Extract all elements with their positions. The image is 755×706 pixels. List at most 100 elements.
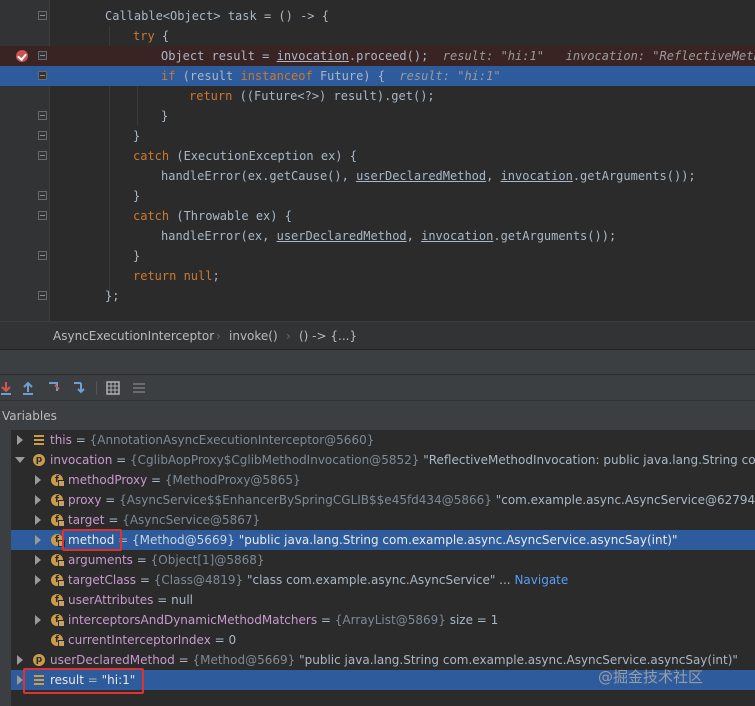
variable-row[interactable]: f arguments = {Object[1]@5868}: [11, 550, 755, 570]
variable-string-value: "class com.example.async.AsyncService": [246, 573, 496, 587]
code-text: return ((Future<?>) result).get();: [189, 89, 435, 103]
fold-marker-icon[interactable]: [38, 191, 47, 200]
fold-marker-icon[interactable]: [38, 251, 47, 260]
variable-value: {AsyncService@5867}: [122, 513, 261, 527]
breakpoint-icon[interactable]: [16, 50, 28, 62]
variable-size-value: size = 1: [449, 613, 499, 627]
code-line[interactable]: }: [0, 126, 755, 146]
code-line[interactable]: Callable<Object> task = () -> {: [0, 6, 755, 26]
expand-arrow-icon[interactable]: [17, 655, 23, 665]
code-line[interactable]: }: [0, 186, 755, 206]
variable-row[interactable]: f targetClass = {Class@4819} "class com.…: [11, 570, 755, 590]
field-icon: f: [51, 474, 65, 487]
navigate-link[interactable]: Navigate: [514, 573, 568, 587]
code-line[interactable]: return null;: [0, 266, 755, 286]
fold-marker-icon[interactable]: [38, 291, 47, 300]
variable-value: {Class@4819}: [153, 573, 244, 587]
field-icon: f: [51, 494, 65, 507]
fold-marker-icon[interactable]: [38, 151, 47, 160]
collapse-arrow-icon[interactable]: [15, 457, 25, 463]
variable-row[interactable]: f currentInterceptorIndex = 0: [11, 630, 755, 650]
trace-stream-icon[interactable]: [131, 380, 147, 396]
keyword-try: try: [133, 29, 155, 43]
breadcrumb-item-lambda[interactable]: () -> {...}: [299, 329, 357, 343]
code-reference-link[interactable]: invocation: [277, 49, 349, 63]
fold-marker-icon[interactable]: [38, 51, 47, 60]
breakpoint-line[interactable]: Object result = invocation.proceed(); re…: [0, 46, 755, 66]
field-icon: f: [51, 594, 65, 607]
expand-arrow-icon[interactable]: [35, 575, 41, 585]
expand-arrow-icon[interactable]: [35, 475, 41, 485]
breadcrumb: AsyncExecutionInterceptor › invoke() › (…: [0, 321, 755, 350]
breadcrumb-separator-icon: ›: [286, 329, 291, 343]
expand-arrow-icon[interactable]: [35, 555, 41, 565]
variable-row[interactable]: f proxy = {AsyncService$$EnhancerBySprin…: [11, 490, 755, 510]
code-line[interactable]: catch (Throwable ex) {: [0, 206, 755, 226]
code-line[interactable]: handleError(ex.getCause(), userDeclaredM…: [0, 166, 755, 186]
field-icon: f: [51, 634, 65, 647]
expand-arrow-icon[interactable]: [35, 535, 41, 545]
code-line[interactable]: }: [0, 106, 755, 126]
expand-arrow-icon[interactable]: [17, 435, 23, 445]
variable-row[interactable]: p invocation = {CglibAopProxy$CglibMetho…: [11, 450, 755, 470]
step-into-icon[interactable]: [0, 380, 14, 396]
code-reference-link[interactable]: userDeclaredMethod: [277, 229, 407, 243]
code-text: }: [133, 249, 141, 263]
code-line[interactable]: };: [0, 286, 755, 306]
variable-name: userDeclaredMethod: [50, 653, 175, 667]
variable-value: {AsyncService$$EnhancerBySpringCGLIB$$e4…: [119, 493, 492, 507]
variable-value: {MethodProxy@5865}: [164, 473, 301, 487]
code-line[interactable]: try {: [0, 26, 755, 46]
highlight-box-method: [62, 529, 122, 551]
code-reference-link[interactable]: invocation: [501, 169, 573, 183]
code-reference-link[interactable]: userDeclaredMethod: [356, 169, 486, 183]
expand-arrow-icon[interactable]: [35, 495, 41, 505]
fold-marker-icon[interactable]: [38, 211, 47, 220]
fold-marker-icon[interactable]: [38, 11, 47, 20]
code-text: }: [161, 109, 169, 123]
variable-row[interactable]: f userAttributes = null: [11, 590, 755, 610]
fold-marker-icon[interactable]: [38, 111, 47, 120]
step-out-icon[interactable]: [20, 380, 36, 396]
variables-header: Variables: [0, 401, 755, 430]
variable-name: interceptorsAndDynamicMethodMatchers: [68, 613, 318, 627]
breadcrumb-item-method[interactable]: invoke(): [229, 329, 278, 343]
variable-row[interactable]: f interceptorsAndDynamicMethodMatchers =…: [11, 610, 755, 630]
code-line[interactable]: return ((Future<?>) result).get();: [0, 86, 755, 106]
highlight-box-result: [23, 668, 144, 694]
code-reference-link[interactable]: invocation: [421, 229, 493, 243]
drop-frame-icon[interactable]: [46, 380, 62, 396]
variable-name: arguments: [68, 553, 133, 567]
field-list-icon: [33, 434, 45, 446]
variable-row[interactable]: this = {AnnotationAsyncExecutionIntercep…: [11, 430, 755, 450]
fold-marker-icon[interactable]: [38, 131, 47, 140]
code-text: handleError(ex, userDeclaredMethod, invo…: [161, 229, 617, 243]
variables-side-toolbar: [0, 430, 11, 706]
fold-marker-icon[interactable]: [38, 71, 47, 80]
code-text: }: [133, 129, 141, 143]
code-line[interactable]: catch (ExecutionException ex) {: [0, 146, 755, 166]
variable-value: {ArrayList@5869}: [334, 613, 446, 627]
code-editor[interactable]: Callable<Object> task = () -> { try { Ob…: [0, 0, 755, 321]
watermark: @掘金技术社区: [598, 668, 704, 686]
run-to-cursor-icon[interactable]: [72, 380, 88, 396]
variable-string-value: "ReflectiveMethodInvocation: public java…: [423, 453, 755, 467]
expand-arrow-icon[interactable]: [35, 615, 41, 625]
code-line[interactable]: handleError(ex, userDeclaredMethod, invo…: [0, 226, 755, 246]
variable-name: this: [50, 433, 72, 447]
code-text: Object result = invocation.proceed(); re…: [161, 46, 755, 66]
variables-title: Variables: [2, 409, 57, 423]
variable-row-selected[interactable]: f method = {Method@5669} "public java.la…: [11, 530, 755, 550]
variables-tree[interactable]: this = {AnnotationAsyncExecutionIntercep…: [11, 430, 755, 706]
execution-point-line[interactable]: if (result instanceof Future) { result: …: [0, 66, 755, 86]
breadcrumb-item-class[interactable]: AsyncExecutionInterceptor: [53, 329, 214, 343]
variable-row[interactable]: f methodProxy = {MethodProxy@5865}: [11, 470, 755, 490]
expand-arrow-icon[interactable]: [35, 515, 41, 525]
code-text: catch (ExecutionException ex) {: [133, 149, 357, 163]
variable-row[interactable]: f target = {AsyncService@5867}: [11, 510, 755, 530]
variable-value: {Object[1]@5868}: [150, 553, 265, 567]
evaluate-expression-icon[interactable]: [105, 380, 121, 396]
code-text: handleError(ex.getCause(), userDeclaredM…: [161, 169, 696, 183]
code-text: return null;: [133, 269, 220, 283]
code-line[interactable]: }: [0, 246, 755, 266]
